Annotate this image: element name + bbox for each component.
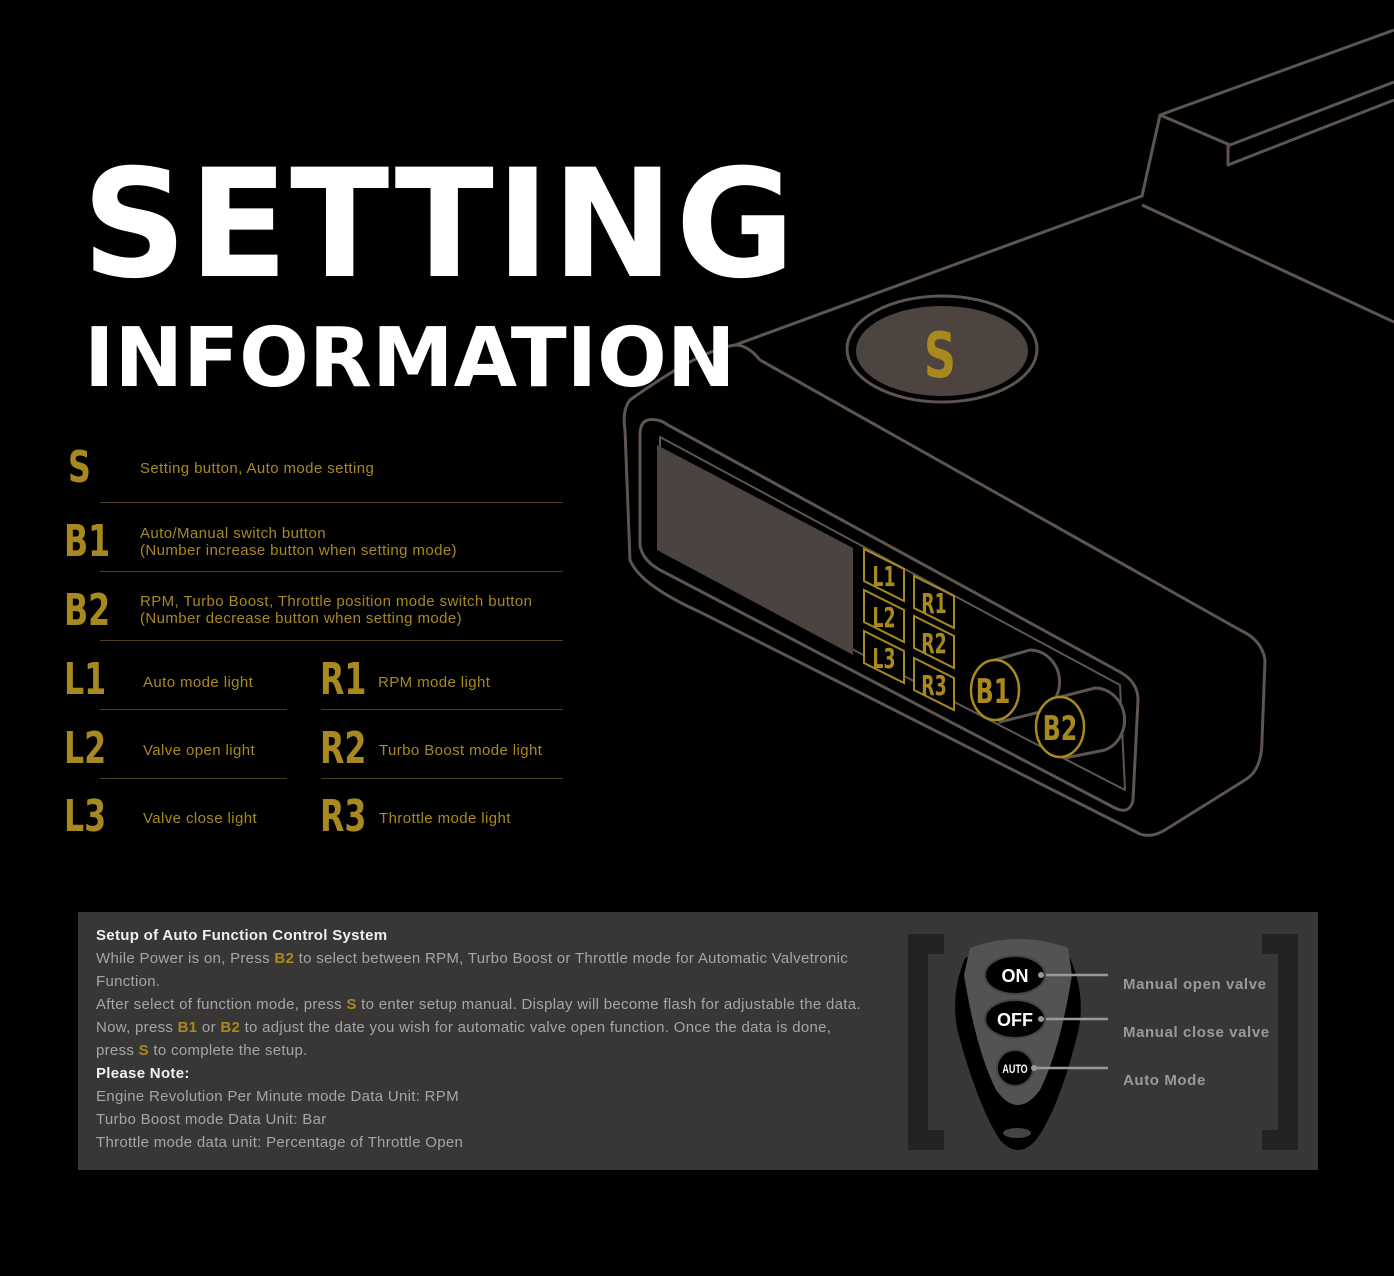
right-bracket	[1262, 934, 1298, 1150]
b2-label: B2	[1043, 709, 1078, 748]
remote-label-off: Manual close valve	[1123, 1024, 1270, 1041]
setup-panel: Setup of Auto Function Control System Wh…	[78, 912, 1318, 1170]
legend-desc-l3: Valve close light	[143, 810, 258, 827]
divider	[321, 778, 563, 779]
legend-key-r2: R2	[320, 723, 367, 774]
legend-key-r3: R3	[320, 791, 367, 842]
note-line: Engine Revolution Per Minute mode Data U…	[96, 1088, 459, 1105]
note-line: Turbo Boost mode Data Unit: Bar	[96, 1111, 327, 1128]
legend-key-l1: L1	[64, 654, 107, 705]
divider	[100, 709, 287, 710]
page: S L1 L2 L3 R1 R2 R3 B1 B2 SETTING INFORMATION…	[0, 0, 1394, 1276]
divider	[100, 778, 287, 779]
divider	[100, 571, 563, 572]
remote-label-on: Manual open valve	[1123, 976, 1267, 993]
light-label: L1	[872, 561, 895, 593]
setup-line: Function.	[96, 973, 161, 990]
setup-line: While Power is on, Press B2 to select be…	[96, 950, 849, 967]
divider	[100, 502, 563, 503]
device-display	[657, 445, 853, 655]
setup-heading: Setup of Auto Function Control System	[96, 927, 388, 944]
auto-button: AUTO	[996, 1049, 1034, 1087]
device-top-edge	[734, 28, 1394, 347]
legend-desc-r3: Throttle mode light	[379, 810, 511, 827]
legend-desc-b2: RPM, Turbo Boost, Throttle position mode…	[140, 593, 533, 610]
setup-line: After select of function mode, press S t…	[96, 996, 861, 1013]
b1-label: B1	[976, 672, 1011, 711]
legend-desc-b2-2: (Number decrease button when setting mod…	[140, 610, 462, 627]
legend-desc-l1: Auto mode light	[143, 674, 254, 691]
light-label: L2	[872, 602, 895, 634]
s-button-label: S	[924, 320, 956, 392]
on-label: ON	[1002, 966, 1029, 986]
light-label: R2	[921, 628, 946, 660]
legend-key-s: S	[68, 442, 91, 493]
legend-desc-r2: Turbo Boost mode light	[379, 742, 543, 759]
title-information: INFORMATION	[84, 311, 736, 406]
legend-key-b1: B1	[64, 516, 111, 567]
legend-desc-b1-2: (Number increase button when setting mod…	[140, 542, 457, 559]
left-bracket	[908, 934, 944, 1150]
legend-desc-s: Setting button, Auto mode setting	[140, 460, 375, 477]
legend-desc-l2: Valve open light	[143, 742, 256, 759]
setup-line: Now, press B1 or B2 to adjust the date y…	[96, 1019, 832, 1036]
device-illustration: S L1 L2 L3 R1 R2 R3 B1 B2	[622, 28, 1394, 837]
remote-label-auto: Auto Mode	[1123, 1072, 1206, 1089]
title-setting: SETTING	[82, 138, 797, 312]
legend-desc-b1: Auto/Manual switch button	[140, 525, 326, 542]
divider	[321, 709, 563, 710]
auto-label: AUTO	[1002, 1063, 1027, 1077]
setup-line: press S to complete the setup.	[96, 1042, 308, 1059]
note-line: Throttle mode data unit: Percentage of T…	[96, 1134, 464, 1151]
legend-key-l2: L2	[64, 723, 107, 774]
light-label: R1	[921, 588, 946, 620]
on-button: ON	[984, 955, 1046, 995]
remote-illustration: ON OFF AUTO	[908, 934, 1298, 1150]
light-label: R3	[921, 670, 946, 702]
legend-key-l3: L3	[64, 791, 107, 842]
legend-desc-r1: RPM mode light	[378, 674, 491, 691]
divider	[100, 640, 563, 641]
note-heading: Please Note:	[96, 1065, 190, 1082]
off-label: OFF	[997, 1010, 1033, 1030]
legend-key-r1: R1	[320, 654, 367, 705]
light-label: L3	[872, 643, 895, 675]
legend-key-b2: B2	[64, 585, 111, 636]
off-button: OFF	[984, 999, 1046, 1039]
